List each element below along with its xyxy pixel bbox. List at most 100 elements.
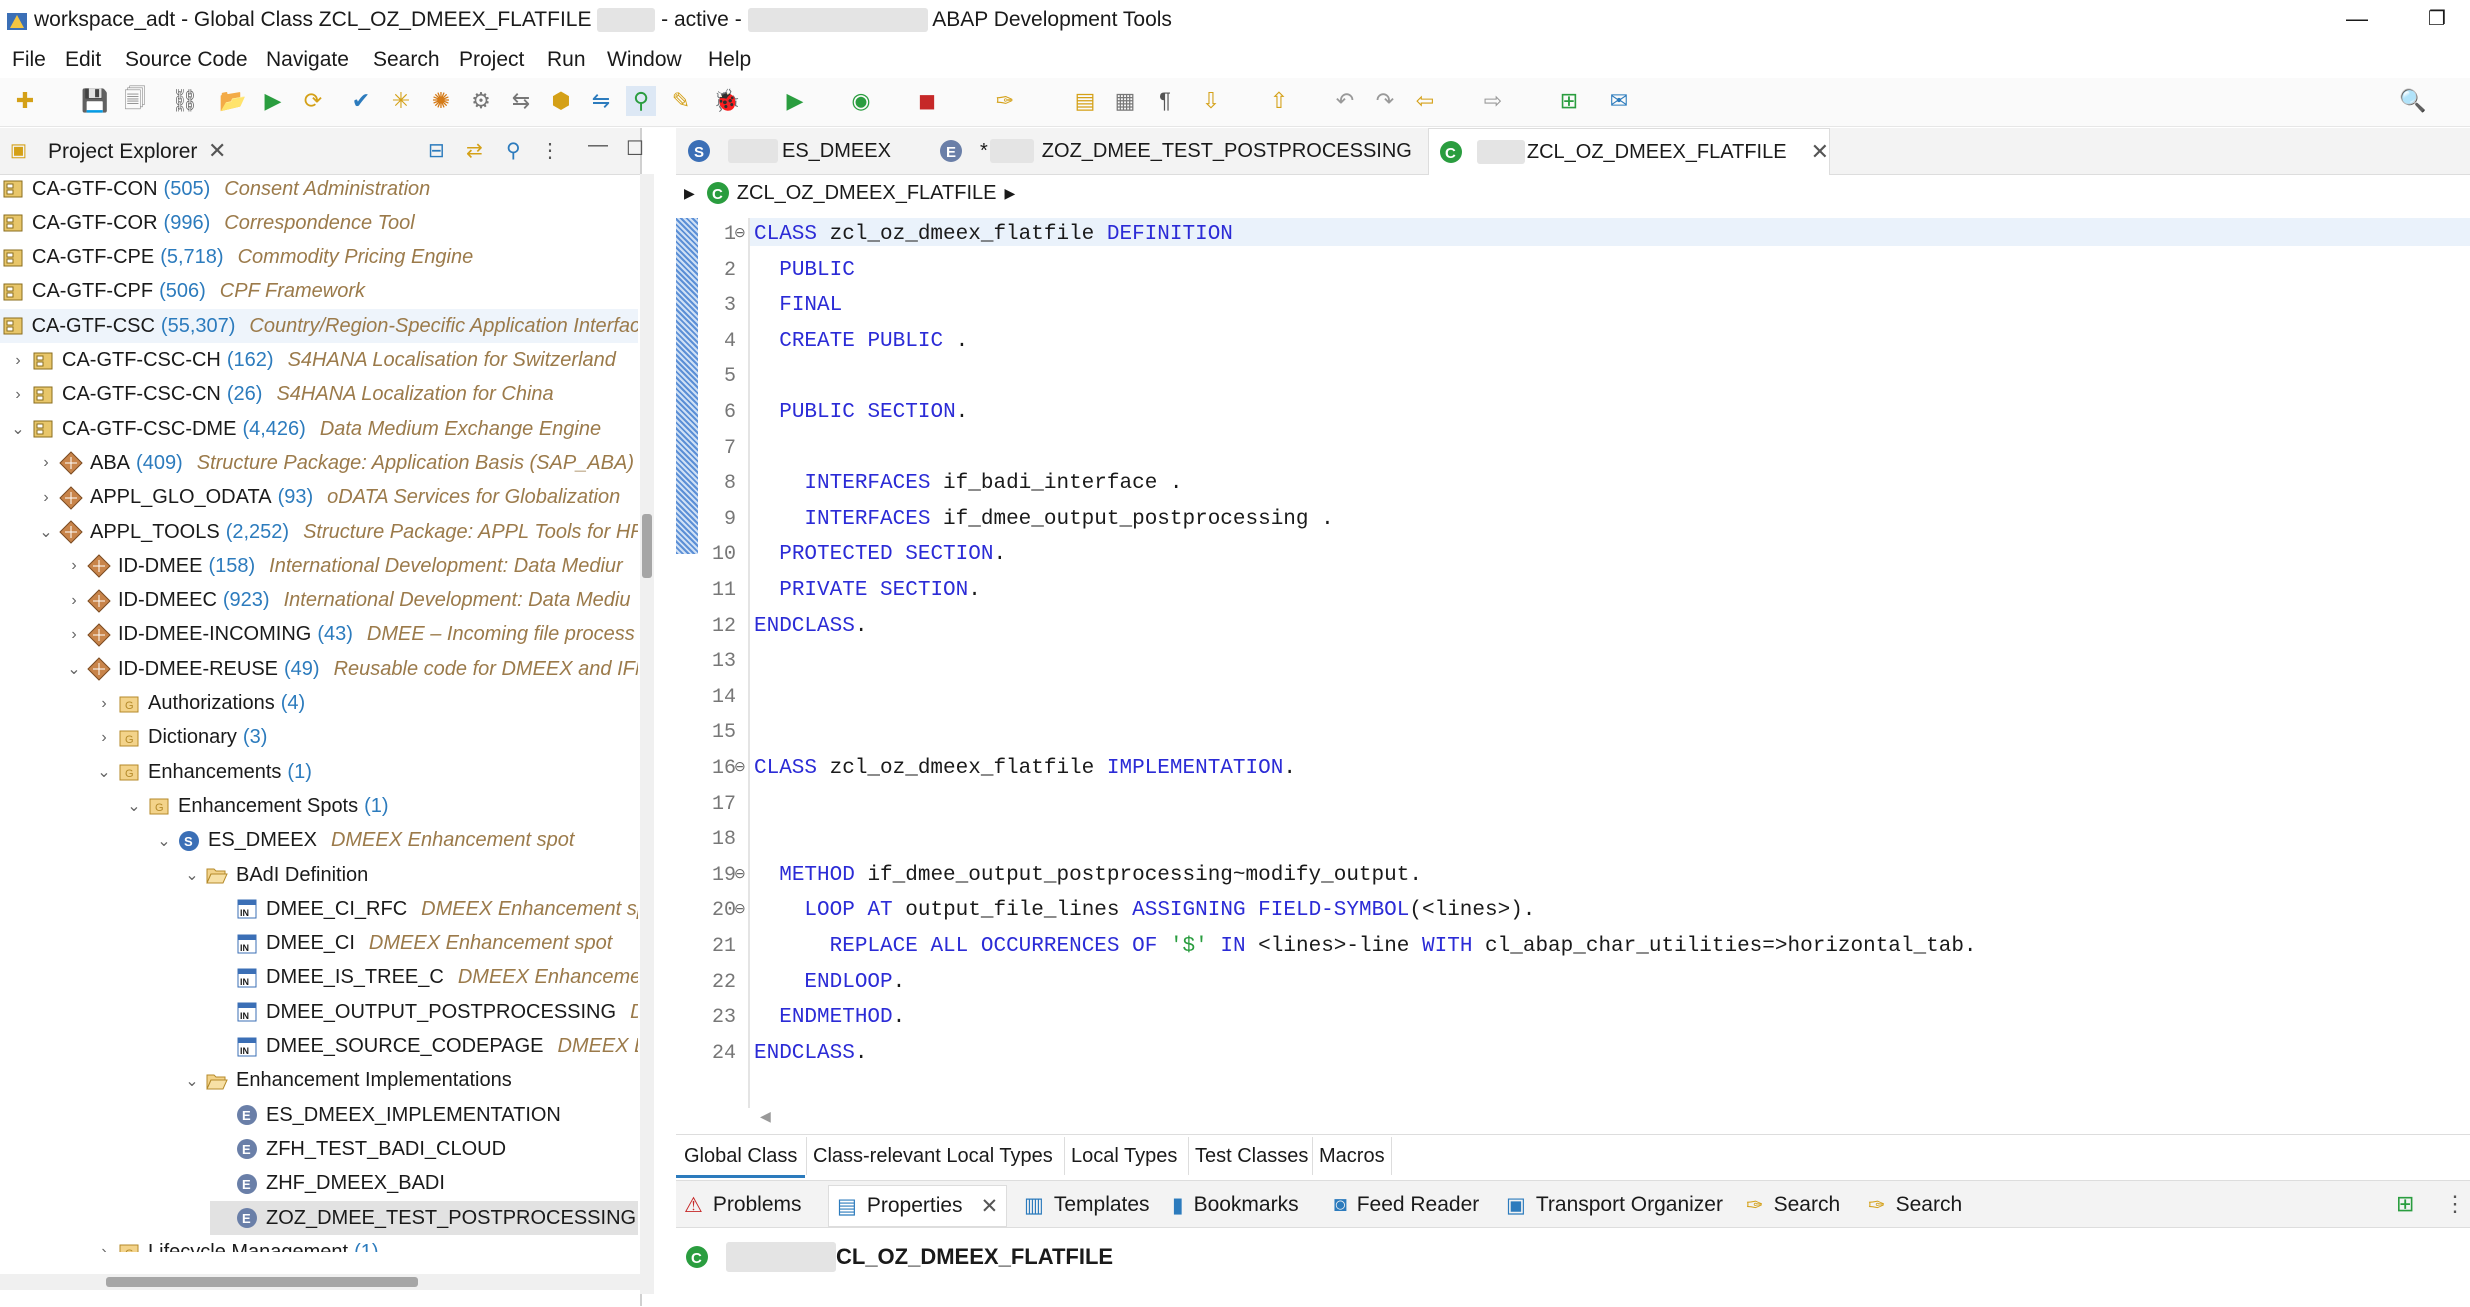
code-line[interactable]: PUBLIC SECTION. [754, 396, 968, 430]
menu-source-code[interactable]: Source Code [125, 48, 248, 72]
link-with-editor-icon[interactable]: ⇄ [466, 138, 483, 163]
search-icon[interactable]: 🔍 [2398, 86, 2428, 116]
tree-item[interactable]: IN DMEE_OUTPUT_POSTPROCESSING DM [210, 995, 638, 1029]
collapsed-arrow-icon[interactable]: › [62, 592, 86, 610]
open-perspective-icon[interactable]: ⊞ [1554, 86, 1584, 116]
tab-class-relevant-local-types[interactable]: Class-relevant Local Types [806, 1137, 1059, 1175]
package-toolbar-icon[interactable]: ⬢ [546, 86, 576, 116]
compare-icon[interactable]: ⇋ [586, 86, 616, 116]
stop-icon[interactable]: ◼ [912, 86, 942, 116]
check-icon[interactable]: ✔ [346, 86, 376, 116]
open-console-icon[interactable]: ⊞ [2396, 1191, 2414, 1217]
forward-edit-icon[interactable]: ↷ [1370, 86, 1400, 116]
fold-collapse-icon[interactable]: ⊖ [734, 224, 746, 241]
view-menu-icon[interactable]: ⋮ [2444, 1191, 2466, 1217]
tab-macros[interactable]: Macros [1312, 1137, 1392, 1175]
tree-item[interactable]: › ID-DMEE (158) International Development: … [62, 549, 623, 583]
tree-item[interactable]: › CA-GTF-CSC-CH (162) S4HANA Localisation f… [6, 344, 616, 378]
tab-global-class[interactable]: Global Class [676, 1137, 806, 1178]
tree-item[interactable]: IN DMEE_IS_TREE_C DMEEX Enhancement [210, 961, 638, 995]
tree-item[interactable]: ⌄ ID-DMEE-REUSE (49) Reusable code for DMEE… [62, 652, 638, 686]
code-line[interactable]: INTERFACES if_dmee_output_postprocessing… [754, 503, 1333, 537]
tree-item[interactable]: ⌄ BAdI Definition [180, 858, 368, 892]
collapsed-arrow-icon[interactable]: › [62, 557, 86, 575]
horizontal-scrollbar[interactable] [0, 1274, 640, 1290]
code-line[interactable]: CLASS zcl_oz_dmeex_flatfile DEFINITION [754, 218, 1233, 252]
tree-item[interactable]: CA-GTF-CSC (55,307) Country/Region-Specifi… [0, 309, 638, 344]
collapsed-arrow-icon[interactable]: › [62, 626, 86, 644]
tree-item[interactable]: ⌄ APPL_TOOLS (2,252) Structure Package: APP… [34, 515, 638, 549]
tree-item[interactable]: › ABA (409) Structure Package: Application … [34, 446, 634, 480]
format-icon[interactable]: ▦ [1110, 86, 1140, 116]
code-line[interactable]: LOOP AT output_file_lines ASSIGNING FIEL… [754, 894, 1535, 928]
collapsed-arrow-icon[interactable]: › [92, 729, 116, 747]
code-line[interactable]: INTERFACES if_badi_interface . [754, 467, 1182, 501]
expanded-arrow-icon[interactable]: ⌄ [122, 796, 146, 816]
tree-item[interactable]: E ZFH_TEST_BADI_CLOUD [210, 1132, 506, 1166]
tab-problems[interactable]: ⚠ Problems [684, 1185, 802, 1225]
menu-navigate[interactable]: Navigate [266, 48, 349, 72]
pilcrow-icon[interactable]: ¶ [1150, 86, 1180, 116]
code-line[interactable]: PROTECTED SECTION. [754, 538, 1006, 572]
tree-item[interactable]: E ZOZ_DMEE_TEST_POSTPROCESSING [210, 1201, 638, 1235]
refresh-icon[interactable]: ⟳ [298, 86, 328, 116]
open-object-icon[interactable]: 📂 [218, 86, 248, 116]
task-icon[interactable]: ▤ [1070, 86, 1100, 116]
tab-templates[interactable]: ▥ Templates [1024, 1185, 1150, 1225]
tree-item[interactable]: ⌄ S ES_DMEEX DMEEX Enhancement spot [152, 824, 574, 858]
collapsed-arrow-icon[interactable]: › [92, 695, 116, 713]
settings-icon[interactable]: ⚙ [466, 86, 496, 116]
transport-icon[interactable]: ⇆ [506, 86, 536, 116]
code-line[interactable]: ENDCLASS. [754, 610, 867, 644]
breadcrumb-next-icon[interactable]: ▶ [1004, 185, 1015, 202]
prev-annotation-icon[interactable]: ⇧ [1264, 86, 1294, 116]
collapsed-arrow-icon[interactable]: › [6, 352, 30, 370]
link-icon[interactable]: ⛓ [170, 86, 200, 116]
menu-help[interactable]: Help [708, 48, 751, 72]
tree-item[interactable]: E ES_DMEEX_IMPLEMENTATION [210, 1098, 561, 1132]
filter-icon[interactable]: ⚲ [506, 138, 521, 163]
code-line[interactable]: ENDCLASS. [754, 1037, 867, 1071]
tree-item[interactable]: ⌄ Enhancement Implementations [180, 1064, 511, 1098]
search-tool-icon[interactable]: ✑ [990, 86, 1020, 116]
expanded-arrow-icon[interactable]: ⌄ [62, 659, 86, 679]
tab-local-types[interactable]: Local Types [1064, 1137, 1183, 1175]
code-line[interactable]: PUBLIC [754, 254, 855, 288]
menu-edit[interactable]: Edit [65, 48, 101, 72]
tab-zoz-dmee-test-postprocessing[interactable]: E * ZOZ_DMEE_TEST_POSTPROCESSING [938, 128, 1498, 174]
menu-search[interactable]: Search [373, 48, 440, 72]
minimize-button[interactable]: — [2346, 6, 2368, 32]
code-line[interactable]: CLASS zcl_oz_dmeex_flatfile IMPLEMENTATI… [754, 752, 1296, 786]
tree-item[interactable]: ⌄ G Enhancements (1) [92, 755, 312, 789]
tree-item[interactable]: › ID-DMEE-INCOMING (43) DMEE – Incoming fil… [62, 618, 635, 652]
tree-item[interactable]: › G Lifecycle Management (1) [92, 1235, 379, 1252]
save-all-icon[interactable]: 🗐 [120, 86, 150, 116]
tree-item[interactable]: ⌄ G Enhancement Spots (1) [122, 789, 388, 823]
run-icon[interactable]: ▶ [258, 86, 288, 116]
tree-item[interactable]: CA-GTF-CPE (5,718) Commodity Pricing Engin… [0, 241, 473, 275]
vertical-scrollbar[interactable] [640, 174, 654, 1294]
scroll-left-icon[interactable]: ◀ [760, 1108, 771, 1125]
tree-item[interactable]: CA-GTF-CPF (506) CPF Framework [0, 275, 365, 309]
horizontal-scrollbar-thumb[interactable] [106, 1277, 418, 1287]
code-editor[interactable]: CLASS zcl_oz_dmeex_flatfile DEFINITION P… [754, 218, 2454, 1078]
close-view-icon[interactable]: ✕ [208, 138, 226, 164]
next-annotation-icon[interactable]: ⇩ [1196, 86, 1226, 116]
tab-bookmarks[interactable]: ▮ Bookmarks [1172, 1185, 1299, 1225]
expanded-arrow-icon[interactable]: ⌄ [152, 831, 176, 851]
save-icon[interactable]: 💾 [80, 86, 110, 116]
tab-feed-reader[interactable]: ◙ Feed Reader [1334, 1185, 1479, 1225]
activate-all-icon[interactable]: ✺ [426, 86, 456, 116]
expanded-arrow-icon[interactable]: ⌄ [180, 865, 204, 885]
minimize-view-icon[interactable]: — [588, 134, 608, 157]
tree-item[interactable]: CA-GTF-COR (996) Correspondence Tool [0, 206, 415, 240]
tree-item[interactable]: IN DMEE_CI_RFC DMEEX Enhancement spo [210, 892, 638, 926]
close-tab-icon[interactable]: ✕ [1811, 139, 1829, 165]
forward-icon[interactable]: ⇨ [1478, 86, 1508, 116]
collapsed-arrow-icon[interactable]: › [34, 489, 58, 507]
back-edit-icon[interactable]: ↶ [1330, 86, 1360, 116]
debug-icon[interactable]: 🐞 [712, 86, 742, 116]
tab-zcl-oz-dmeex-flatfile[interactable]: C ZCL_OZ_DMEEX_FLATFILE ✕ [1428, 128, 1830, 175]
tab-properties[interactable]: ▤ Properties ✕ [828, 1185, 1008, 1227]
close-properties-icon[interactable]: ✕ [981, 1194, 999, 1219]
